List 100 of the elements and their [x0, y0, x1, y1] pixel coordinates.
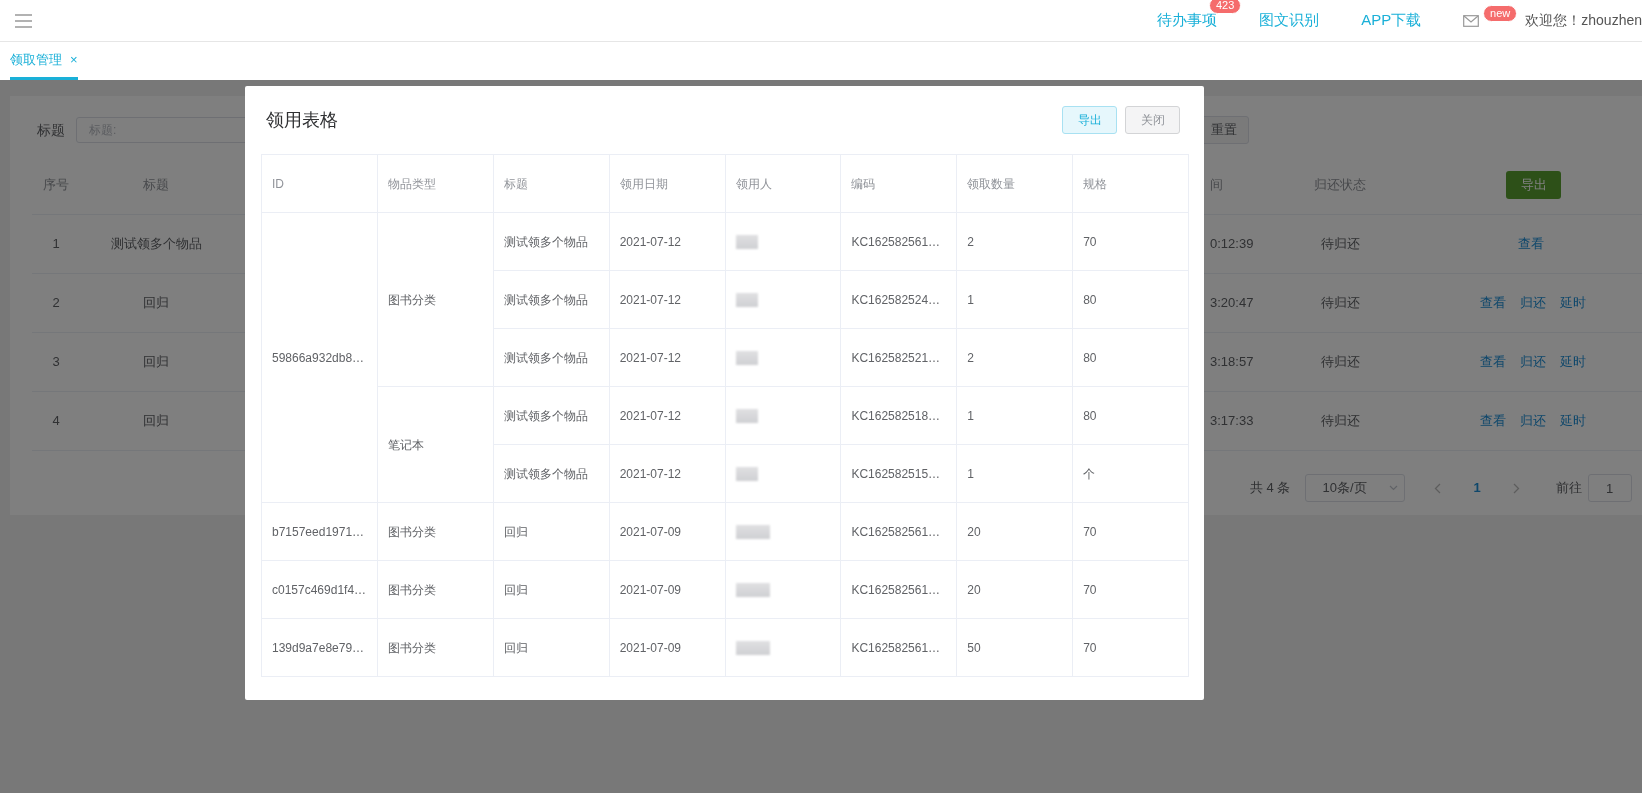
table-cell-text: 3 [51, 353, 61, 372]
table-cell: 1 [967, 292, 974, 307]
blurred-name [735, 351, 758, 366]
blurred-name [735, 525, 770, 540]
action-link[interactable]: 归还 [1520, 354, 1546, 370]
table-cell-text: 3:20:47 [1210, 294, 1255, 313]
page-input[interactable]: 1 [1587, 474, 1632, 502]
table-cell-text: 回归 [142, 353, 170, 372]
menu-icon[interactable] [15, 13, 32, 28]
table-cell: 2021-07-12 [619, 234, 681, 249]
table-cell: KC162582521… [851, 350, 941, 365]
table-cell: 2021-07-09 [619, 524, 681, 539]
table-cell-text: 测试领多个物品 [109, 235, 203, 254]
table-cell-text: 待归还 [1319, 294, 1361, 313]
table-cell-text: 回归 [142, 294, 170, 313]
mail-icon[interactable] [1463, 14, 1480, 27]
table-cell: 70 [1083, 524, 1097, 539]
blurred-name [735, 583, 770, 598]
action-link[interactable]: 归还 [1520, 295, 1546, 311]
table-cell-text: 待归还 [1319, 235, 1361, 254]
column-header: 规格 [1072, 154, 1189, 213]
action-link[interactable]: 查看 [1480, 354, 1506, 370]
table-cell-text: 待归还 [1319, 412, 1361, 431]
table-cell: 70 [1083, 640, 1097, 655]
blurred-name [735, 409, 758, 424]
table-cell: 2 [967, 350, 974, 365]
table-cell-text: 3:17:33 [1210, 412, 1255, 431]
blurred-name [735, 235, 758, 250]
table-cell: 回归 [503, 582, 528, 597]
page-size-select[interactable]: 10条/页 [1305, 474, 1406, 502]
table-cell: 20 [967, 524, 981, 539]
table-cell: 59866a932db8… [272, 350, 365, 365]
action-link[interactable]: 查看 [1480, 295, 1506, 311]
table-cell: 测试领多个物品 [503, 292, 588, 307]
action-link[interactable]: 延时 [1560, 413, 1586, 429]
page-number[interactable]: 1 [1473, 478, 1481, 498]
column-header: 物品类型 [377, 154, 494, 213]
table-cell: 2 [967, 234, 974, 249]
action-link[interactable]: 查看 [1518, 236, 1544, 252]
column-header: 标题 [493, 154, 610, 213]
blurred-name [735, 641, 770, 656]
table-cell: 测试领多个物品 [503, 466, 588, 481]
table-cell: KC162582518… [851, 408, 941, 423]
close-icon[interactable]: × [70, 51, 78, 67]
table-cell-text: 1 [51, 235, 61, 254]
table-cell: 图书分类 [387, 640, 436, 655]
table-cell-text: 待归还 [1319, 353, 1361, 372]
table-cell: KC162582561… [851, 640, 941, 655]
table-cell: KC162582561… [851, 524, 941, 539]
action-link[interactable]: 延时 [1560, 295, 1586, 311]
close-button[interactable]: 关闭 [1125, 106, 1180, 134]
table-cell: 2021-07-12 [619, 350, 681, 365]
nav-link[interactable]: APP下载 [1361, 11, 1422, 29]
table-cell: 80 [1083, 350, 1097, 365]
table-cell-text: 0:12:39 [1210, 235, 1255, 254]
action-link[interactable]: 延时 [1560, 354, 1586, 370]
table-cell: 70 [1083, 582, 1097, 597]
table-cell: 回归 [503, 524, 528, 539]
table-cell: 1 [967, 408, 974, 423]
previous-page-icon[interactable] [1434, 482, 1442, 494]
table-cell: KC162582561… [851, 582, 941, 597]
welcome-text: 欢迎您！zhouzhen [1525, 11, 1642, 30]
table-cell-text: 3:18:57 [1210, 353, 1255, 372]
caret-icon [1389, 485, 1399, 491]
table-cell: 回归 [503, 640, 528, 655]
table-cell: 2021-07-12 [619, 408, 681, 423]
table-cell: 2021-07-09 [619, 582, 681, 597]
next-page-icon[interactable] [1512, 482, 1520, 494]
table-cell: KC162582524… [851, 292, 941, 307]
table-cell: 图书分类 [387, 524, 436, 539]
table-cell: 测试领多个物品 [503, 234, 588, 249]
nav-link[interactable]: 图文识别 [1259, 11, 1320, 29]
export-button[interactable]: 导出 [1062, 106, 1117, 134]
table-cell: 2021-07-12 [619, 466, 681, 481]
table-cell: 笔记本 [387, 437, 424, 452]
table-cell: 图书分类 [387, 292, 436, 307]
column-header: ID [261, 154, 378, 213]
table-cell: 1 [967, 466, 974, 481]
export-button[interactable]: 导出 [1506, 170, 1561, 199]
table-cell: KC162582515… [851, 466, 941, 481]
table-cell: 80 [1083, 408, 1097, 423]
column-header: 领用人 [725, 154, 841, 213]
table-cell: 70 [1083, 234, 1097, 249]
table-cell: 20 [967, 582, 981, 597]
table-cell: 图书分类 [387, 582, 436, 597]
table-cell-text: 回归 [142, 412, 170, 431]
page-tab[interactable]: 领取管理 × [10, 49, 78, 80]
blurred-name [735, 293, 758, 308]
table-cell: 测试领多个物品 [503, 350, 588, 365]
column-header: 领用日期 [609, 154, 725, 213]
action-link[interactable]: 查看 [1480, 413, 1506, 429]
table-cell: 50 [967, 640, 981, 655]
goto-label: 前往 [1555, 479, 1582, 498]
table-cell: 80 [1083, 292, 1097, 307]
action-link[interactable]: 归还 [1520, 413, 1546, 429]
filter-label: 标题 [37, 120, 65, 140]
table-cell: KC162582561… [851, 234, 941, 249]
blurred-name [735, 467, 758, 482]
table-cell: 个 [1083, 466, 1096, 481]
column-header: 领取数量 [956, 154, 1073, 213]
